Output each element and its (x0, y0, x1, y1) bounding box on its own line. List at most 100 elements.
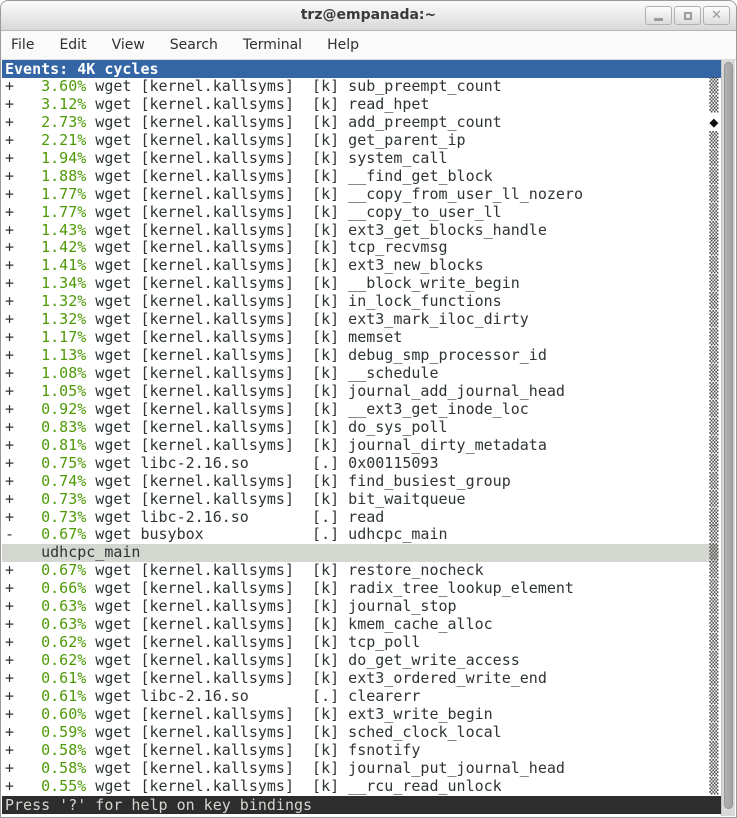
terminal-content[interactable]: Events: 4K cycles + 3.60% wget [kernel.k… (2, 60, 721, 817)
tui-scrollbar-shade-icon: ▒ (709, 365, 718, 383)
expand-toggle: + (5, 77, 41, 95)
perf-row[interactable]: + 0.73% wget libc-2.16.so [.] read▒ (2, 509, 721, 527)
window-title: trz@empanada:~ (1, 7, 736, 23)
overhead-percent: 0.67% (41, 525, 86, 543)
expand-toggle: + (5, 274, 41, 292)
overhead-percent: 0.66% (41, 579, 86, 597)
callchain-row-selected[interactable]: udhcpc_main▒ (2, 544, 721, 562)
expand-toggle: + (5, 759, 41, 777)
expand-toggle: + (5, 633, 41, 651)
perf-row[interactable]: + 1.42% wget [kernel.kallsyms] [k] tcp_r… (2, 239, 721, 257)
tui-scroll-position-icon: ◆ (709, 114, 718, 132)
row-detail: wget [kernel.kallsyms] [k] journal_add_j… (86, 382, 565, 400)
expand-toggle: + (5, 490, 41, 508)
perf-row[interactable]: + 0.63% wget [kernel.kallsyms] [k] kmem_… (2, 616, 721, 634)
perf-row[interactable]: + 1.94% wget [kernel.kallsyms] [k] syste… (2, 150, 721, 168)
perf-row[interactable]: + 1.34% wget [kernel.kallsyms] [k] __blo… (2, 275, 721, 293)
expand-toggle: + (5, 364, 41, 382)
expand-toggle: + (5, 256, 41, 274)
tui-scrollbar-shade-icon: ▒ (709, 724, 718, 742)
overhead-percent: 2.21% (41, 131, 86, 149)
close-icon: ✕ (711, 9, 722, 22)
row-detail: wget [kernel.kallsyms] [k] journal_stop (86, 597, 456, 615)
perf-row[interactable]: + 1.32% wget [kernel.kallsyms] [k] ext3_… (2, 311, 721, 329)
menu-item-file[interactable]: File (11, 37, 34, 53)
perf-row[interactable]: + 0.81% wget [kernel.kallsyms] [k] journ… (2, 437, 721, 455)
menu-item-help[interactable]: Help (327, 37, 359, 53)
titlebar[interactable]: trz@empanada:~ ✕ (1, 1, 736, 31)
maximize-button[interactable] (674, 6, 701, 25)
perf-row[interactable]: + 1.77% wget [kernel.kallsyms] [k] __cop… (2, 204, 721, 222)
perf-row[interactable]: + 1.05% wget [kernel.kallsyms] [k] journ… (2, 383, 721, 401)
overhead-percent: 0.59% (41, 723, 86, 741)
tui-scrollbar-shade-icon: ▒ (709, 706, 718, 724)
scrollbar-track[interactable] (721, 60, 735, 816)
menu-item-search[interactable]: Search (170, 37, 218, 53)
perf-row[interactable]: - 0.67% wget busybox [.] udhcpc_main▒ (2, 526, 721, 544)
menu-item-view[interactable]: View (112, 37, 145, 53)
perf-row[interactable]: + 0.58% wget [kernel.kallsyms] [k] journ… (2, 760, 721, 778)
perf-row[interactable]: + 0.63% wget [kernel.kallsyms] [k] journ… (2, 598, 721, 616)
menu-item-terminal[interactable]: Terminal (243, 37, 302, 53)
expand-toggle: + (5, 400, 41, 418)
perf-row[interactable]: + 0.62% wget [kernel.kallsyms] [k] do_ge… (2, 652, 721, 670)
expand-toggle: + (5, 777, 41, 795)
perf-row[interactable]: + 0.67% wget [kernel.kallsyms] [k] resto… (2, 562, 721, 580)
tui-scrollbar-shade-icon: ▒ (709, 168, 718, 186)
perf-row[interactable]: + 1.41% wget [kernel.kallsyms] [k] ext3_… (2, 257, 721, 275)
minimize-icon (654, 18, 663, 21)
overhead-percent: 0.63% (41, 597, 86, 615)
close-button[interactable]: ✕ (703, 6, 730, 25)
perf-row[interactable]: + 2.73% wget [kernel.kallsyms] [k] add_p… (2, 114, 721, 132)
overhead-percent: 1.05% (41, 382, 86, 400)
perf-row[interactable]: + 1.13% wget [kernel.kallsyms] [k] debug… (2, 347, 721, 365)
expand-toggle: + (5, 292, 41, 310)
tui-scrollbar-shade-icon: ▒ (709, 78, 718, 96)
scrollbar-thumb[interactable] (724, 62, 733, 809)
perf-row[interactable]: + 3.12% wget [kernel.kallsyms] [k] read_… (2, 96, 721, 114)
perf-row[interactable]: + 0.75% wget libc-2.16.so [.] 0x00115093… (2, 455, 721, 473)
perf-row[interactable]: + 0.61% wget libc-2.16.so [.] clearerr▒ (2, 688, 721, 706)
events-header: Events: 4K cycles (2, 60, 721, 78)
perf-row[interactable]: + 0.83% wget [kernel.kallsyms] [k] do_sy… (2, 419, 721, 437)
row-detail: wget [kernel.kallsyms] [k] find_busiest_… (86, 472, 510, 490)
perf-row[interactable]: + 0.58% wget [kernel.kallsyms] [k] fsnot… (2, 742, 721, 760)
overhead-percent: 1.32% (41, 310, 86, 328)
row-detail: wget [kernel.kallsyms] [k] __schedule (86, 364, 438, 382)
perf-row[interactable]: + 0.92% wget [kernel.kallsyms] [k] __ext… (2, 401, 721, 419)
expand-toggle: + (5, 687, 41, 705)
perf-row[interactable]: + 1.77% wget [kernel.kallsyms] [k] __cop… (2, 186, 721, 204)
perf-row[interactable]: + 0.73% wget [kernel.kallsyms] [k] bit_w… (2, 491, 721, 509)
perf-row[interactable]: + 1.43% wget [kernel.kallsyms] [k] ext3_… (2, 222, 721, 240)
expand-toggle: + (5, 669, 41, 687)
perf-row[interactable]: + 2.21% wget [kernel.kallsyms] [k] get_p… (2, 132, 721, 150)
perf-row[interactable]: + 1.08% wget [kernel.kallsyms] [k] __sch… (2, 365, 721, 383)
overhead-percent: 3.12% (41, 95, 86, 113)
perf-row[interactable]: + 0.74% wget [kernel.kallsyms] [k] find_… (2, 473, 721, 491)
perf-row[interactable]: + 1.17% wget [kernel.kallsyms] [k] memse… (2, 329, 721, 347)
tui-scrollbar-shade-icon: ▒ (709, 419, 718, 437)
tui-scrollbar-shade-icon: ▒ (709, 257, 718, 275)
overhead-percent: 0.73% (41, 508, 86, 526)
menu-item-edit[interactable]: Edit (59, 37, 86, 53)
perf-row[interactable]: + 0.59% wget [kernel.kallsyms] [k] sched… (2, 724, 721, 742)
row-detail: wget [kernel.kallsyms] [k] sched_clock_l… (86, 723, 501, 741)
tui-scrollbar-shade-icon: ▒ (709, 150, 718, 168)
perf-row[interactable]: + 0.61% wget [kernel.kallsyms] [k] ext3_… (2, 670, 721, 688)
minimize-button[interactable] (645, 6, 672, 25)
overhead-percent: 1.41% (41, 256, 86, 274)
window-controls: ✕ (645, 6, 730, 25)
perf-row[interactable]: + 0.62% wget [kernel.kallsyms] [k] tcp_p… (2, 634, 721, 652)
row-detail: wget [kernel.kallsyms] [k] system_call (86, 149, 447, 167)
perf-row[interactable]: + 0.60% wget [kernel.kallsyms] [k] ext3_… (2, 706, 721, 724)
perf-row[interactable]: + 3.60% wget [kernel.kallsyms] [k] sub_p… (2, 78, 721, 96)
overhead-percent: 1.34% (41, 274, 86, 292)
perf-row[interactable]: + 1.32% wget [kernel.kallsyms] [k] in_lo… (2, 293, 721, 311)
perf-row[interactable]: + 1.88% wget [kernel.kallsyms] [k] __fin… (2, 168, 721, 186)
perf-row[interactable]: + 0.55% wget [kernel.kallsyms] [k] __rcu… (2, 778, 721, 796)
overhead-percent: 1.43% (41, 221, 86, 239)
perf-row[interactable]: + 0.66% wget [kernel.kallsyms] [k] radix… (2, 580, 721, 598)
tui-scrollbar-shade-icon: ▒ (709, 383, 718, 401)
row-detail: wget [kernel.kallsyms] [k] restore_noche… (86, 561, 483, 579)
tui-scrollbar-shade-icon: ▒ (709, 455, 718, 473)
